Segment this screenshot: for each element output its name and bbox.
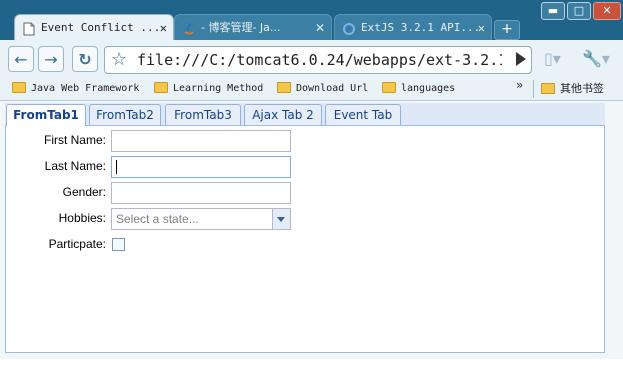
browser-tab-title: Event Conflict ... [41,21,161,34]
bookmark-java-web-framework[interactable]: Java Web Framework [12,80,139,98]
address-bar[interactable]: ☆ file:///C:/tomcat6.0.24/webapps/ext-3.… [104,46,532,74]
forward-button[interactable]: → [38,46,64,72]
last-name-field[interactable] [111,156,291,178]
close-window-button[interactable]: ✕ [593,2,621,20]
browser-tab-blog-admin[interactable]: - 博客管理- Ja... ✕ [174,14,332,40]
more-bookmarks-chevron-icon[interactable]: » [516,78,523,92]
browser-window: Event Conflict ... ✕ - 博客管理- Ja... ✕ Ext… [0,0,623,371]
url-text[interactable]: file:///C:/tomcat6.0.24/webapps/ext-3.2.… [137,47,502,74]
go-icon[interactable] [516,52,526,66]
text-cursor [116,160,117,174]
tab-event-tab[interactable]: Event Tab [325,104,401,125]
last-name-label: Last Name: [44,159,106,173]
browser-toolbar: ← → ↻ ☆ file:///C:/tomcat6.0.24/webapps/… [0,40,623,78]
bookmark-divider [533,80,534,98]
bookmark-learning-method[interactable]: Learning Method [154,80,263,98]
browser-tab-event-conflict[interactable]: Event Conflict ... ✕ [14,14,174,40]
close-icon[interactable]: ✕ [478,15,485,40]
new-tab-button[interactable]: + [494,20,520,40]
gender-label: Gender: [62,185,106,199]
tab-ajax-tab-2[interactable]: Ajax Tab 2 [244,104,322,125]
tab-fromtab1[interactable]: FromTab1 [6,104,86,126]
bookmark-download-url[interactable]: Download Url [277,80,368,98]
page-icon [22,20,36,36]
bookmark-label: 其他书签 [560,82,604,95]
folder-icon [154,82,168,93]
page-viewport: FromTab1 FromTab2 FromTab3 Ajax Tab 2 Ev… [0,101,623,371]
close-icon[interactable]: ✕ [160,15,167,40]
bookmark-label: languages [401,83,456,94]
tab-fromtab2[interactable]: FromTab2 [89,104,161,125]
reload-button[interactable]: ↻ [72,46,98,72]
chevron-down-icon[interactable] [272,209,290,229]
wrench-icon[interactable]: 🔧▾ [582,49,610,68]
other-bookmarks[interactable]: 其他书签 [541,80,604,98]
hobbies-combobox[interactable]: Select a state... [111,208,291,230]
page-menu-icon[interactable]: ▯▾ [544,49,561,68]
bookmarks-bar: Java Web Framework Learning Method Downl… [0,78,623,101]
back-button[interactable]: ← [8,46,34,72]
folder-icon [541,83,555,94]
first-name-label: First Name: [43,133,106,147]
bookmark-languages[interactable]: languages [382,80,455,98]
folder-icon [382,82,396,93]
window-controls: ▬ □ ✕ [541,2,621,20]
browser-tab-extjs-api[interactable]: ExtJS 3.2.1 API... ✕ [334,14,492,40]
participate-checkbox[interactable] [112,238,125,251]
hobbies-label: Hobbies: [58,211,106,225]
form-panel-body: First Name: Last Name: Gender: Hobbies: … [5,126,605,353]
hobbies-placeholder: Select a state... [116,212,199,226]
bookmark-label: Download Url [296,83,369,94]
browser-tab-strip: Event Conflict ... ✕ - 博客管理- Ja... ✕ Ext… [0,0,623,40]
folder-icon [12,82,26,93]
tab-panel: FromTab1 FromTab2 FromTab3 Ajax Tab 2 Ev… [5,103,605,353]
participate-label: Particpate: [48,237,106,251]
minimize-button[interactable]: ▬ [541,2,565,20]
browser-tab-title: - 博客管理- Ja... [201,21,281,34]
maximize-button[interactable]: □ [567,2,591,20]
gender-field[interactable] [111,182,291,204]
browser-tab-title: ExtJS 3.2.1 API... [361,21,481,34]
first-name-field[interactable] [111,130,291,152]
bookmark-label: Java Web Framework [31,83,140,94]
panel-tab-strip: FromTab1 FromTab2 FromTab3 Ajax Tab 2 Ev… [5,103,605,126]
close-icon[interactable]: ✕ [315,15,325,40]
java-logo-icon [182,20,196,35]
bookmark-label: Learning Method [173,83,264,94]
tab-fromtab3[interactable]: FromTab3 [165,104,241,125]
bookmark-star-icon[interactable]: ☆ [111,50,127,70]
extjs-logo-icon [342,20,356,35]
folder-icon [277,82,291,93]
